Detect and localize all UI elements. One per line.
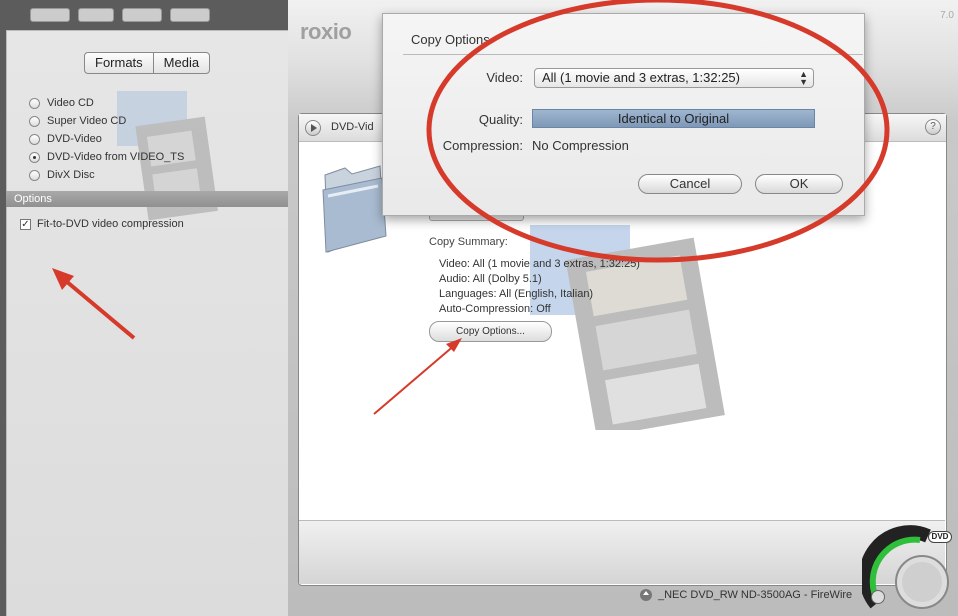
sidebar-panel: Formats Media Video CD Super Video CD DV… bbox=[6, 30, 288, 616]
format-list: Video CD Super Video CD DVD-Video DVD-Vi… bbox=[29, 94, 184, 184]
format-label: Super Video CD bbox=[47, 115, 127, 127]
radio-button-selected[interactable] bbox=[29, 151, 40, 163]
compression-value: No Compression bbox=[532, 138, 629, 153]
bottom-bar bbox=[299, 520, 945, 584]
copy-options-button[interactable]: Copy Options... bbox=[429, 321, 552, 342]
ok-button[interactable]: OK bbox=[755, 174, 843, 194]
format-option-dvd-video-from-video-ts[interactable]: DVD-Video from VIDEO_TS bbox=[29, 148, 184, 166]
fit-to-dvd-option[interactable]: ✓ Fit-to-DVD video compression bbox=[20, 218, 184, 230]
format-option-dvd-video[interactable]: DVD-Video bbox=[29, 130, 184, 148]
version-label: 7.0 bbox=[940, 10, 954, 21]
summary-auto-compression: Auto-Compression: Off bbox=[439, 303, 551, 315]
settings-icon[interactable] bbox=[871, 590, 885, 604]
format-label: DVD-Video bbox=[47, 133, 102, 145]
tab-formats[interactable]: Formats bbox=[85, 53, 153, 73]
dvd-media-badge[interactable]: DVD bbox=[928, 531, 952, 543]
format-label: DivX Disc bbox=[47, 169, 95, 181]
summary-video: Video: All (1 movie and 3 extras, 1:32:2… bbox=[439, 258, 640, 270]
options-header: Options bbox=[6, 191, 288, 207]
drive-selector[interactable]: _NEC DVD_RW ND-3500AG - FireWire bbox=[640, 589, 852, 601]
compression-label: Compression: bbox=[442, 138, 523, 153]
drive-label: _NEC DVD_RW ND-3500AG - FireWire bbox=[658, 589, 853, 601]
format-option-super-video-cd[interactable]: Super Video CD bbox=[29, 112, 184, 130]
radio-button[interactable] bbox=[29, 169, 40, 181]
radio-button[interactable] bbox=[29, 115, 40, 127]
top-toolbar-button[interactable] bbox=[170, 8, 210, 22]
top-toolbar-button[interactable] bbox=[78, 8, 114, 22]
summary-audio: Audio: All (Dolby 5.1) bbox=[439, 273, 542, 285]
stepper-arrows-icon: ▲ ▼ bbox=[799, 69, 808, 87]
formats-media-tabs: Formats Media bbox=[84, 52, 211, 74]
play-icon[interactable] bbox=[305, 120, 321, 136]
top-toolbar-button[interactable] bbox=[30, 8, 70, 22]
format-label: Video CD bbox=[47, 97, 94, 109]
video-select-value: All (1 movie and 3 extras, 1:32:25) bbox=[542, 70, 740, 85]
format-option-video-cd[interactable]: Video CD bbox=[29, 94, 184, 112]
eject-icon[interactable] bbox=[640, 589, 652, 601]
radio-button[interactable] bbox=[29, 97, 40, 109]
format-option-divx-disc[interactable]: DivX Disc bbox=[29, 166, 184, 184]
fit-to-dvd-checkbox[interactable]: ✓ bbox=[20, 218, 31, 230]
video-label: Video: bbox=[486, 70, 523, 85]
format-label: DVD-Video from VIDEO_TS bbox=[47, 151, 185, 163]
quality-slider[interactable]: Identical to Original bbox=[532, 109, 815, 128]
roxio-logo: roxio bbox=[300, 19, 352, 44]
video-select[interactable]: All (1 movie and 3 extras, 1:32:25) ▲ ▼ bbox=[534, 68, 814, 88]
window-title: DVD-Vid bbox=[331, 121, 374, 133]
tab-media[interactable]: Media bbox=[152, 53, 209, 73]
top-toolbar-button[interactable] bbox=[122, 8, 162, 22]
quality-label: Quality: bbox=[478, 112, 523, 127]
copy-summary-label: Copy Summary: bbox=[429, 236, 508, 248]
summary-languages: Languages: All (English, Italian) bbox=[439, 288, 594, 300]
dialog-title: Copy Options bbox=[411, 32, 490, 47]
fit-to-dvd-label: Fit-to-DVD video compression bbox=[37, 218, 184, 230]
radio-button[interactable] bbox=[29, 133, 40, 145]
help-button[interactable]: ? bbox=[925, 119, 941, 135]
film-strip-image bbox=[530, 225, 725, 430]
dialog-divider bbox=[403, 54, 863, 55]
copy-summary: Video: All (1 movie and 3 extras, 1:32:2… bbox=[439, 257, 640, 317]
cancel-button[interactable]: Cancel bbox=[638, 174, 742, 194]
